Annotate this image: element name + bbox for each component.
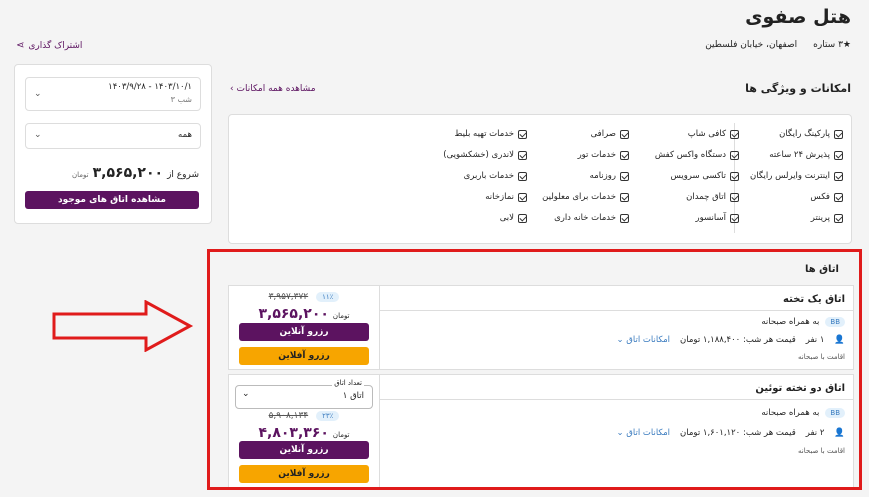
amenity-label: پارکینگ رایگان <box>779 129 830 139</box>
checkbox-icon <box>620 192 629 202</box>
from-label: شروع از <box>167 170 199 180</box>
amenity-item: تاکسی سرویس <box>670 171 739 181</box>
amenity-label: دستگاه واکس کفش <box>654 150 726 160</box>
amenity-label: آسانسور <box>695 213 726 223</box>
checkbox-icon <box>518 192 527 202</box>
checkbox-icon <box>620 129 629 139</box>
checkbox-icon <box>730 150 739 160</box>
amenity-label: خدمات تور <box>577 150 616 160</box>
amenity-label: فکس <box>810 192 830 202</box>
checkbox-icon <box>518 171 527 181</box>
amenity-label: خدمات برای معلولین <box>542 192 616 202</box>
share-button[interactable]: ⋖ اشتراک گذاری <box>16 40 82 51</box>
amenity-item: فکس <box>810 192 843 202</box>
checkbox-icon <box>834 129 843 139</box>
amenity-label: صرافی <box>590 129 616 139</box>
amenity-item: خدمات برای معلولین <box>542 192 629 202</box>
amenity-label: تاکسی سرویس <box>670 171 727 181</box>
checkbox-icon <box>518 129 527 139</box>
hotel-address: اصفهان، خیابان فلسطین <box>705 40 798 50</box>
checkbox-icon <box>518 150 527 160</box>
hotel-meta: ★۳ ستاره اصفهان، خیابان فلسطین <box>705 40 851 50</box>
checkbox-icon <box>730 171 739 181</box>
amenity-item: پارکینگ رایگان <box>779 129 843 139</box>
amenity-label: لابی <box>499 213 514 223</box>
chevron-down-icon: ⌄ <box>34 89 42 99</box>
nights-count: ۳ شب <box>170 95 192 104</box>
star-rating: ★۳ ستاره <box>813 40 851 50</box>
from-price-value: ۳,۵۶۵,۲۰۰ <box>92 165 164 181</box>
checkbox-icon <box>620 150 629 160</box>
checkbox-icon <box>730 192 739 202</box>
amenity-label: روزنامه <box>589 171 616 181</box>
checkbox-icon <box>518 213 527 223</box>
date-range: ۱۴۰۳/۹/۲۸ - ۱۴۰۳/۱۰/۱ <box>108 82 192 92</box>
checkbox-icon <box>834 171 843 181</box>
share-label: اشتراک گذاری <box>28 40 83 51</box>
arrow-right-icon <box>52 300 194 352</box>
checkbox-icon <box>620 171 629 181</box>
view-all-amenities-link[interactable]: ‹ مشاهده همه امکانات <box>230 84 316 94</box>
amenity-item: پذیرش ۲۴ ساعته <box>769 150 843 160</box>
amenity-label: پذیرش ۲۴ ساعته <box>769 150 830 160</box>
amenity-item: اینترنت وایرلس رایگان <box>750 171 843 181</box>
amenity-item: خدمات تور <box>578 150 629 160</box>
amenity-item: کافی شاپ <box>688 129 739 139</box>
amenity-label: لاندری (خشکشویی) <box>443 150 514 160</box>
amenity-item: لاندری (خشکشویی) <box>443 150 527 160</box>
amenity-item: اتاق چمدان <box>686 192 739 202</box>
amenity-label: پرینتر <box>810 213 830 223</box>
amenity-item: لابی <box>500 213 527 223</box>
chevron-left-icon: ‹ <box>230 84 234 94</box>
amenity-item: صرافی <box>591 129 629 139</box>
amenity-label: خدمات باربری <box>463 171 514 181</box>
amenity-label: اینترنت وایرلس رایگان <box>750 171 830 181</box>
chevron-down-icon: ⌄ <box>34 130 42 140</box>
checkbox-icon <box>730 129 739 139</box>
view-all-label: مشاهده همه امکانات <box>236 84 316 94</box>
amenity-label: کافی شاپ <box>687 129 726 139</box>
currency: تومان <box>72 171 89 179</box>
amenity-item: نمازخانه <box>485 192 527 202</box>
checkbox-icon <box>834 192 843 202</box>
guest-filter-select[interactable]: ⌄ همه <box>25 123 201 149</box>
amenity-label: خدمات خانه داری <box>554 213 616 223</box>
amenity-label: خدمات تهیه بلیط <box>454 129 514 139</box>
amenity-item: پرینتر <box>811 213 843 223</box>
amenity-label: اتاق چمدان <box>686 192 726 202</box>
checkbox-icon <box>834 150 843 160</box>
checkbox-icon <box>834 213 843 223</box>
amenity-item: خدمات تهیه بلیط <box>455 129 527 139</box>
amenity-item: خدمات خانه داری <box>554 213 629 223</box>
amenity-item: دستگاه واکس کفش <box>655 150 739 160</box>
page-title: هتل صفوی <box>745 6 851 28</box>
amenities-box: پارکینگ رایگان پذیرش ۲۴ ساعته اینترنت وایر… <box>228 114 852 244</box>
amenity-item: آسانسور <box>695 213 739 223</box>
date-range-field[interactable]: ⌄ ۱۴۰۳/۹/۲۸ - ۱۴۰۳/۱۰/۱ ۳ شب <box>25 77 201 111</box>
highlight-box <box>207 249 862 490</box>
share-icon: ⋖ <box>16 40 25 51</box>
amenity-label: نمازخانه <box>485 192 514 202</box>
filter-value: همه <box>178 130 192 140</box>
checkbox-icon <box>620 213 629 223</box>
starting-price: شروع از ۳,۵۶۵,۲۰۰ تومان <box>72 165 199 181</box>
amenities-title: امکانات و ویژگی ها <box>745 82 851 95</box>
booking-sidebar: ⌄ ۱۴۰۳/۹/۲۸ - ۱۴۰۳/۱۰/۱ ۳ شب ⌄ همه شروع … <box>14 64 212 224</box>
amenity-item: روزنامه <box>590 171 629 181</box>
view-rooms-button[interactable]: مشاهده اتاق های موجود <box>25 191 199 209</box>
amenity-item: خدمات باربری <box>464 171 527 181</box>
checkbox-icon <box>730 213 739 223</box>
